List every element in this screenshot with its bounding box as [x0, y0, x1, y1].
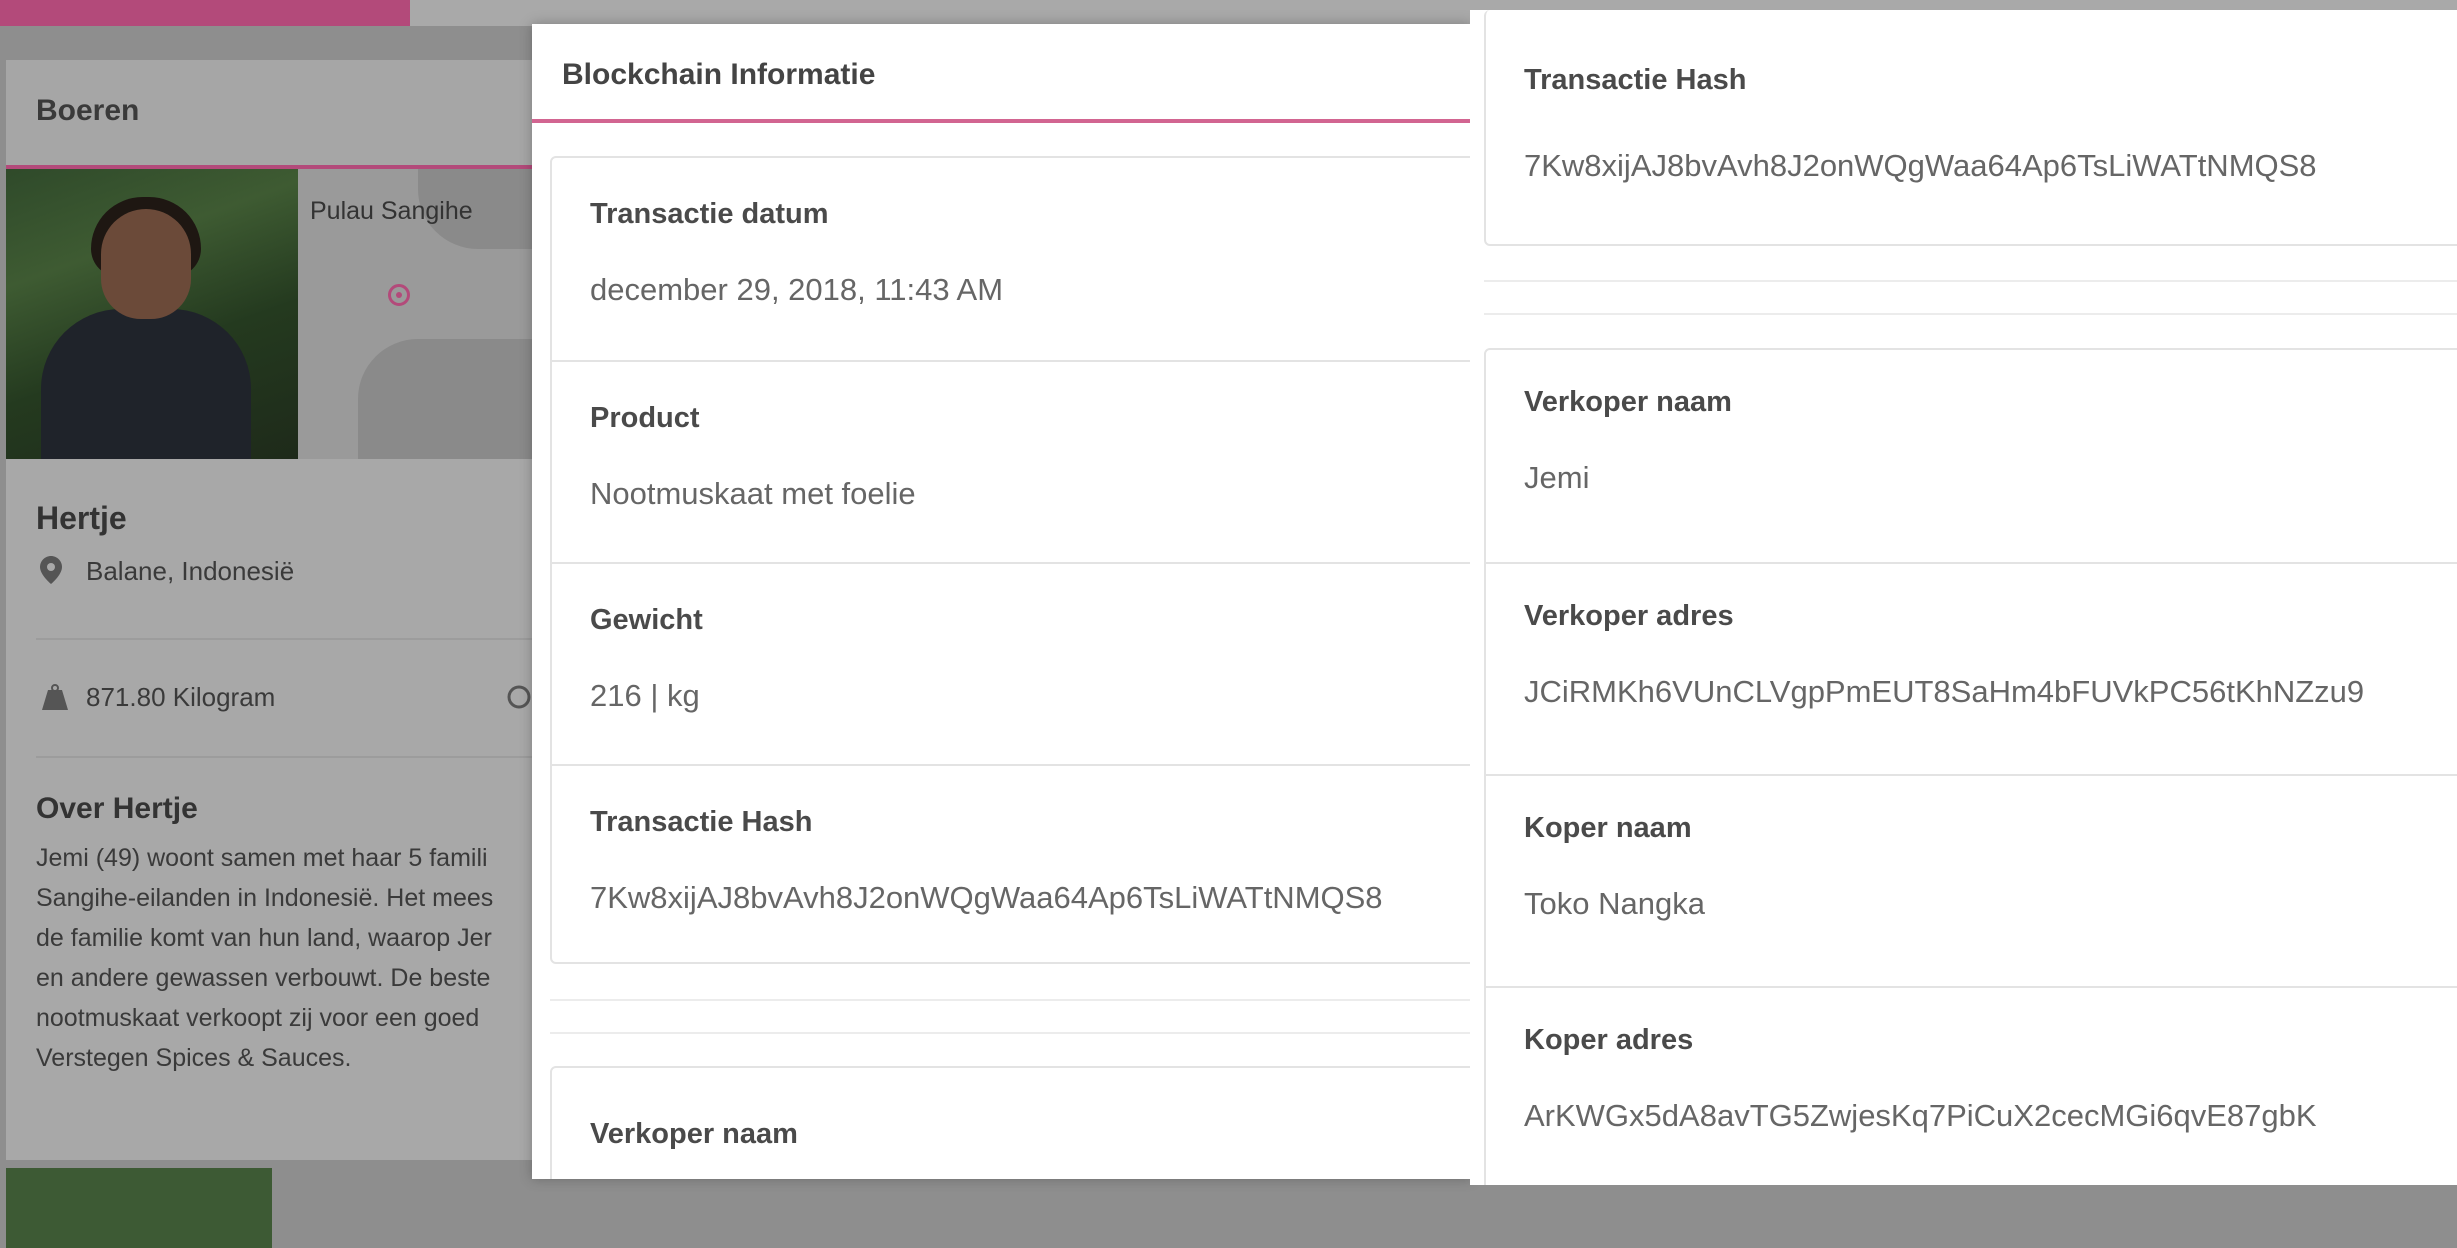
divider — [550, 1032, 1472, 1034]
top-bar-accent — [0, 0, 410, 26]
field-label: Gewicht — [590, 604, 703, 636]
location-map[interactable]: Pulau Sangihe — [298, 169, 551, 459]
field-value: Toko Nangka — [1524, 886, 1705, 921]
field-label: Transactie Hash — [1524, 64, 1747, 96]
weight-icon — [42, 684, 68, 710]
field-weight: Gewicht 216 | kg — [552, 562, 1472, 764]
divider — [1484, 280, 2457, 282]
map-label: Pulau Sangihe — [310, 197, 473, 225]
farmer-name: Hertje — [36, 500, 127, 536]
blockchain-modal: Blockchain Informatie Transactie datum d… — [532, 24, 1472, 1179]
divider — [550, 999, 1472, 1001]
field-buyer-name: Koper naam Toko Nangka — [1486, 774, 2457, 986]
field-seller-name: Verkoper naam Jemi — [1486, 350, 2457, 562]
field-value: 7Kw8xijAJ8bvAvh8J2onWQgWaa64Ap6TsLiWATtN… — [1524, 148, 2317, 183]
field-transaction-date: Transactie datum december 29, 2018, 11:4… — [552, 158, 1472, 360]
modal-title: Blockchain Informatie — [562, 58, 876, 91]
field-value: Jemi — [1524, 460, 1590, 495]
field-value: 7Kw8xijAJ8bvAvh8J2onWQgWaa64Ap6TsLiWATtN… — [590, 880, 1383, 915]
blockchain-modal-continued: Transactie Hash 7Kw8xijAJ8bvAvh8J2onWQgW… — [1470, 10, 2457, 1185]
field-label: Transactie Hash — [590, 806, 813, 838]
map-marker-icon[interactable] — [388, 284, 410, 306]
field-transaction-hash: Transactie Hash 7Kw8xijAJ8bvAvh8J2onWQgW… — [552, 764, 1472, 966]
divider — [1484, 313, 2457, 315]
farmer-section-header: Boeren — [6, 60, 551, 169]
field-label: Verkoper naam — [1524, 386, 1732, 418]
location-pin-icon — [40, 556, 62, 584]
hash-card: Transactie Hash 7Kw8xijAJ8bvAvh8J2onWQgW… — [1484, 10, 2457, 246]
field-value: 216 | kg — [590, 678, 700, 713]
field-seller-address: Verkoper adres JCiRMKh6VUnCLVgpPmEUT8SaH… — [1486, 562, 2457, 774]
section-title: Boeren — [36, 94, 140, 127]
divider — [36, 638, 551, 640]
field-label: Transactie datum — [590, 198, 829, 230]
seller-card: Verkoper naam — [550, 1066, 1472, 1179]
divider — [36, 756, 551, 758]
farmer-location: Balane, Indonesië — [86, 556, 295, 586]
field-product: Product Nootmuskaat met foelie — [552, 360, 1472, 562]
field-value: december 29, 2018, 11:43 AM — [590, 272, 1004, 307]
modal-title-underline — [532, 119, 1472, 123]
transaction-card: Transactie datum december 29, 2018, 11:4… — [550, 156, 1472, 964]
farmer-photo — [6, 169, 298, 459]
field-label: Koper adres — [1524, 1024, 1694, 1056]
field-value: ArKWGx5dA8avTG5ZwjesKq7PiCuX2cecMGi6qvE8… — [1524, 1098, 2317, 1133]
party-card: Verkoper naam Jemi Verkoper adres JCiRMK… — [1484, 348, 2457, 1185]
field-label: Product — [590, 402, 700, 434]
about-text: Jemi (49) woont samen met haar 5 famili … — [36, 844, 494, 1072]
harvest-icon — [507, 685, 531, 709]
field-value: JCiRMKh6VUnCLVgpPmEUT8SaHm4bFUVkPC56tKhN… — [1524, 674, 2365, 709]
field-label: Verkoper naam — [590, 1118, 798, 1150]
harvest-weight: 871.80 Kilogram — [86, 682, 276, 712]
thumbnail-image — [6, 1168, 272, 1248]
field-buyer-address: Koper adres ArKWGx5dA8avTG5ZwjesKq7PiCuX… — [1486, 986, 2457, 1185]
field-value: Nootmuskaat met foelie — [590, 476, 916, 511]
farmer-card: Boeren Pulau Sangihe Hertje Balane, Indo… — [6, 60, 551, 1248]
about-title: Over Hertje — [36, 792, 198, 825]
field-label: Koper naam — [1524, 812, 1692, 844]
field-label: Verkoper adres — [1524, 600, 1734, 632]
